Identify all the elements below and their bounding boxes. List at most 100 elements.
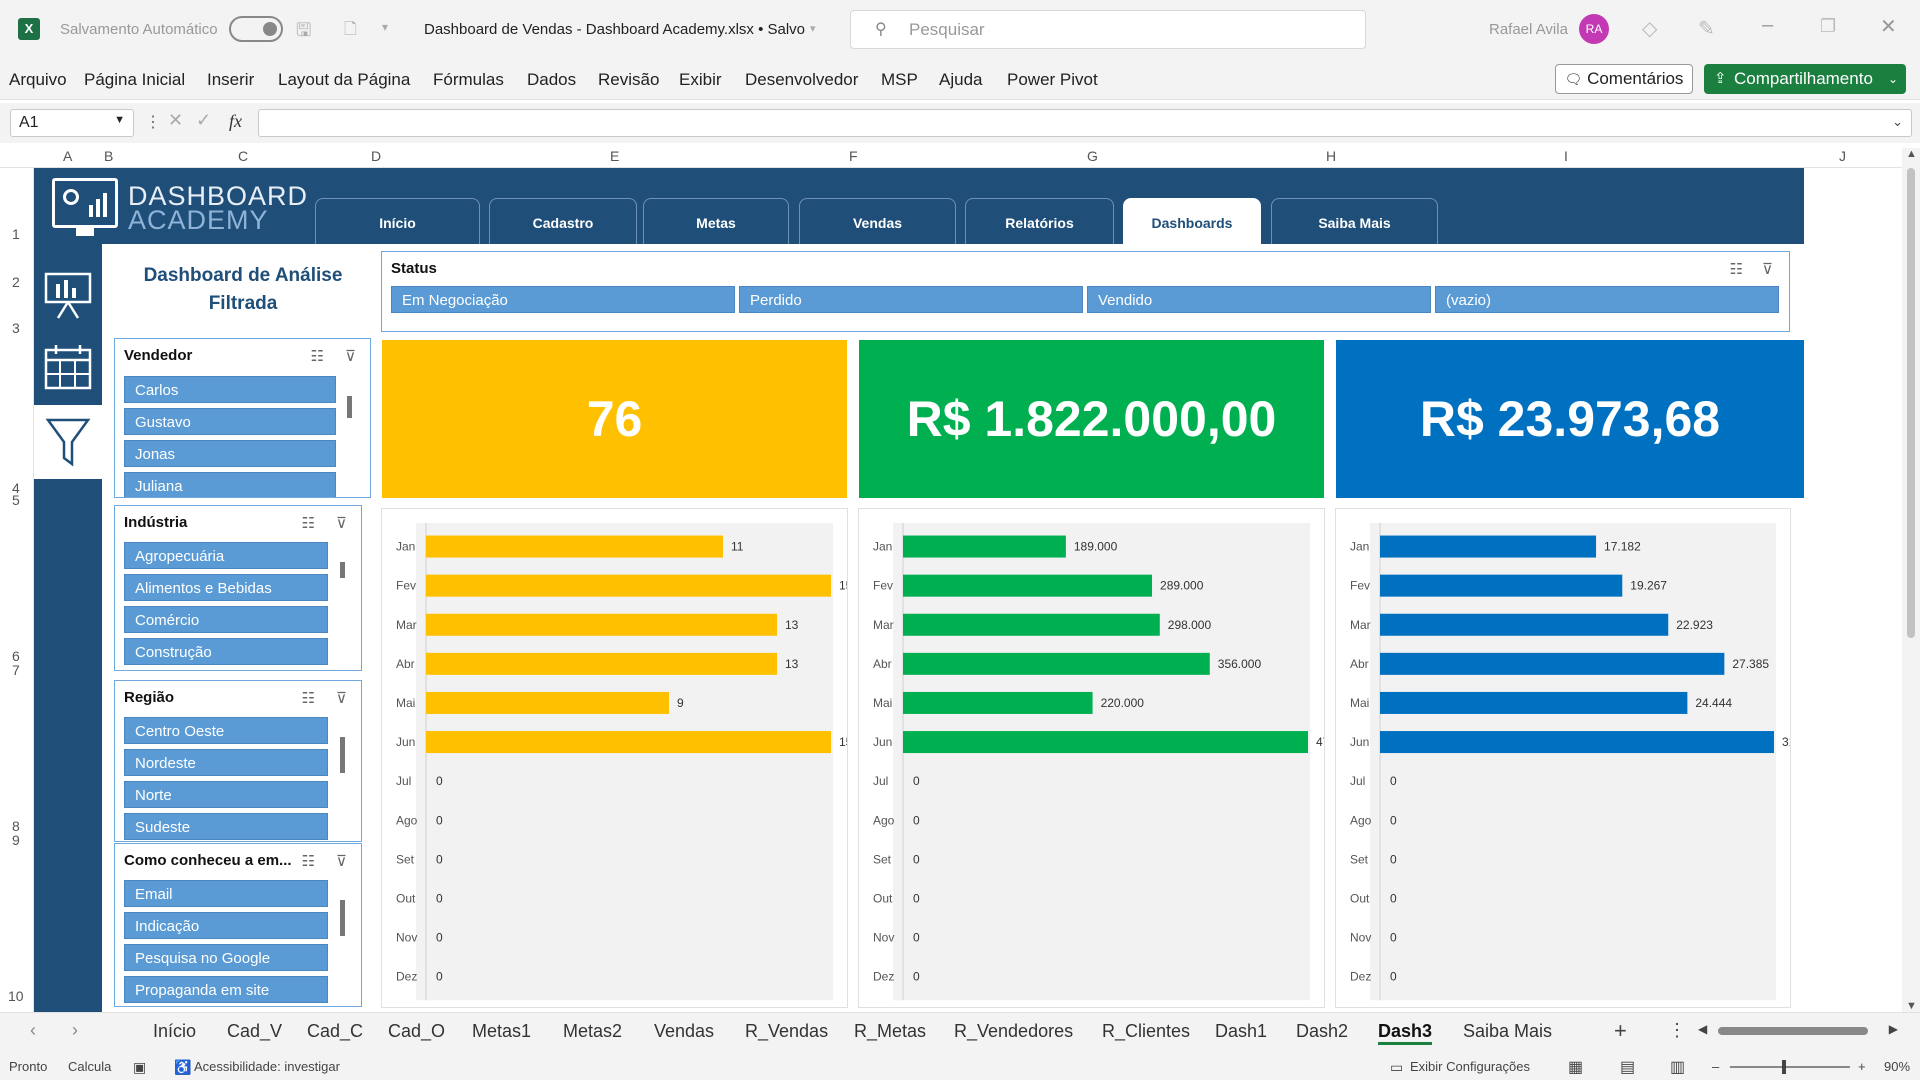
slicer-item[interactable]: Construção xyxy=(124,638,328,665)
col-header-d[interactable]: D xyxy=(371,148,381,164)
horizontal-scrollbar[interactable]: ◀ ▶ xyxy=(1698,1022,1898,1038)
col-header-j[interactable]: J xyxy=(1839,148,1846,164)
row-header-10[interactable]: 10 xyxy=(8,988,24,1004)
slicer-scrollbar[interactable] xyxy=(347,396,352,418)
tab-dashboards[interactable]: Dashboards xyxy=(1123,198,1261,244)
zoom-out-icon[interactable]: – xyxy=(1712,1059,1719,1074)
title-chevron-down-icon[interactable]: ▾ xyxy=(810,22,816,35)
tab-saiba-mais[interactable]: Saiba Mais xyxy=(1271,198,1438,244)
document-icon[interactable]: 🗋 xyxy=(344,18,357,45)
row-header-2[interactable]: 2 xyxy=(12,274,20,290)
col-header-e[interactable]: E xyxy=(610,148,619,164)
slicer-item[interactable]: Vendido xyxy=(1087,286,1431,313)
slicer-item[interactable]: Alimentos e Bebidas xyxy=(124,574,328,601)
status-accessibility[interactable]: Acessibilidade: investigar xyxy=(194,1059,340,1074)
slicer-item[interactable]: (vazio) xyxy=(1435,286,1779,313)
menu-inserir[interactable]: Inserir xyxy=(207,70,254,90)
save-icon[interactable]: 🖫 xyxy=(296,18,311,48)
row-header-7[interactable]: 7 xyxy=(12,662,20,678)
sheet-tab[interactable]: Vendas xyxy=(654,1021,714,1042)
menu-exibir[interactable]: Exibir xyxy=(679,70,722,90)
sheet-tab[interactable]: R_Metas xyxy=(854,1021,926,1042)
col-header-b[interactable]: B xyxy=(104,148,113,164)
slicer-item[interactable]: Nordeste xyxy=(124,749,328,776)
sheet-tab[interactable]: Cad_V xyxy=(227,1021,282,1042)
name-box-chevron-down-icon[interactable]: ▼ xyxy=(114,114,125,126)
sheet-tab[interactable]: R_Vendedores xyxy=(954,1021,1073,1042)
slicer-item[interactable]: Gustavo xyxy=(124,408,336,435)
sheet-tab[interactable]: Dash2 xyxy=(1296,1021,1348,1042)
col-header-c[interactable]: C xyxy=(238,148,248,164)
row-header-1[interactable]: 1 xyxy=(12,226,20,242)
share-chevron-down-icon[interactable]: ⌄ xyxy=(1888,64,1898,94)
multi-select-icon[interactable]: ☷ xyxy=(1730,260,1743,278)
menu-ajuda[interactable]: Ajuda xyxy=(939,70,982,90)
menu-desenvolvedor[interactable]: Desenvolvedor xyxy=(745,70,858,90)
menu-msp[interactable]: MSP xyxy=(881,70,918,90)
sheet-tab[interactable]: R_Vendas xyxy=(745,1021,828,1042)
name-box[interactable]: A1 ▼ xyxy=(10,109,134,137)
enter-icon[interactable]: ✓ xyxy=(196,110,211,131)
row-header-3[interactable]: 3 xyxy=(12,320,20,336)
menu-layout-da-pagina[interactable]: Layout da Página xyxy=(278,70,410,90)
zoom-in-icon[interactable]: + xyxy=(1858,1059,1866,1074)
slicer-item[interactable]: Jonas xyxy=(124,440,336,467)
diamond-icon[interactable]: ◇ xyxy=(1642,16,1657,41)
zoom-slider-thumb[interactable] xyxy=(1782,1060,1786,1074)
slicer-item[interactable]: Norte xyxy=(124,781,328,808)
status-calc[interactable]: Calcula xyxy=(68,1059,111,1074)
slicer-item[interactable]: Juliana xyxy=(124,472,336,497)
slicer-scrollbar[interactable] xyxy=(340,737,345,773)
share-button[interactable]: ⇪ Compartilhamento ⌄ xyxy=(1704,64,1906,94)
menu-formulas[interactable]: Fórmulas xyxy=(433,70,504,90)
page-layout-view-icon[interactable]: ▤ xyxy=(1620,1057,1635,1077)
calendar-icon[interactable] xyxy=(40,340,96,396)
row-header-5[interactable]: 5 xyxy=(12,492,20,508)
slicer-item[interactable]: Email xyxy=(124,880,328,907)
tab-vendas[interactable]: Vendas xyxy=(799,198,956,244)
comments-button[interactable]: 🗨 Comentários xyxy=(1555,64,1693,94)
col-header-g[interactable]: G xyxy=(1087,148,1098,164)
cancel-icon[interactable]: ✕ xyxy=(168,110,183,131)
sheet-prev-icon[interactable]: ‹ xyxy=(30,1020,36,1041)
insert-function-icon[interactable]: fx xyxy=(229,111,242,132)
sheet-tab[interactable]: Cad_C xyxy=(307,1021,363,1042)
multi-select-icon[interactable]: ☷ xyxy=(311,347,324,365)
add-sheet-icon[interactable]: + xyxy=(1614,1018,1627,1044)
sheet-tab[interactable]: Metas2 xyxy=(563,1021,622,1042)
menu-dados[interactable]: Dados xyxy=(527,70,576,90)
pen-icon[interactable]: ✎ xyxy=(1698,16,1715,41)
document-title[interactable]: Dashboard de Vendas - Dashboard Academy.… xyxy=(424,21,805,38)
formula-input[interactable]: ⌄ xyxy=(258,109,1912,137)
menu-arquivo[interactable]: Arquivo xyxy=(9,70,67,90)
tab-metas[interactable]: Metas xyxy=(643,198,789,244)
clear-filter-icon[interactable]: ⊽ xyxy=(336,514,347,532)
slicer-item[interactable]: Carlos xyxy=(124,376,336,403)
presentation-chart-icon[interactable] xyxy=(40,268,96,324)
status-display-settings[interactable]: Exibir Configurações xyxy=(1410,1059,1530,1074)
menu-revisao[interactable]: Revisão xyxy=(598,70,659,90)
avatar[interactable]: RA xyxy=(1579,14,1609,44)
restore-icon[interactable]: ❐ xyxy=(1820,16,1836,37)
sheet-tab[interactable]: Saiba Mais xyxy=(1463,1021,1552,1042)
slicer-item[interactable]: Perdido xyxy=(739,286,1083,313)
slicer-item[interactable]: Propaganda em site xyxy=(124,976,328,1003)
vertical-scrollbar[interactable]: ▲ ▼ xyxy=(1902,148,1920,1012)
clear-filter-icon[interactable]: ⊽ xyxy=(336,689,347,707)
slicer-item[interactable]: Indicação xyxy=(124,912,328,939)
multi-select-icon[interactable]: ☷ xyxy=(302,852,315,870)
slicer-item[interactable]: Em Negociação xyxy=(391,286,735,313)
zoom-slider[interactable] xyxy=(1730,1066,1850,1068)
row-header-9[interactable]: 9 xyxy=(12,832,20,848)
tab-relatorios[interactable]: Relatórios xyxy=(965,198,1114,244)
accessibility-icon[interactable]: ♿ xyxy=(174,1059,191,1076)
slicer-item[interactable]: Pesquisa no Google xyxy=(124,944,328,971)
macro-record-icon[interactable]: ▣ xyxy=(133,1059,146,1076)
sheet-tab[interactable]: Início xyxy=(153,1021,196,1042)
sheet-tab[interactable]: Cad_O xyxy=(388,1021,445,1042)
multi-select-icon[interactable]: ☷ xyxy=(302,689,315,707)
col-header-f[interactable]: F xyxy=(849,148,858,164)
sheet-tab[interactable]: Metas1 xyxy=(472,1021,531,1042)
sheet-tab-active[interactable]: Dash3 xyxy=(1378,1021,1433,1045)
filter-icon[interactable] xyxy=(42,412,94,472)
